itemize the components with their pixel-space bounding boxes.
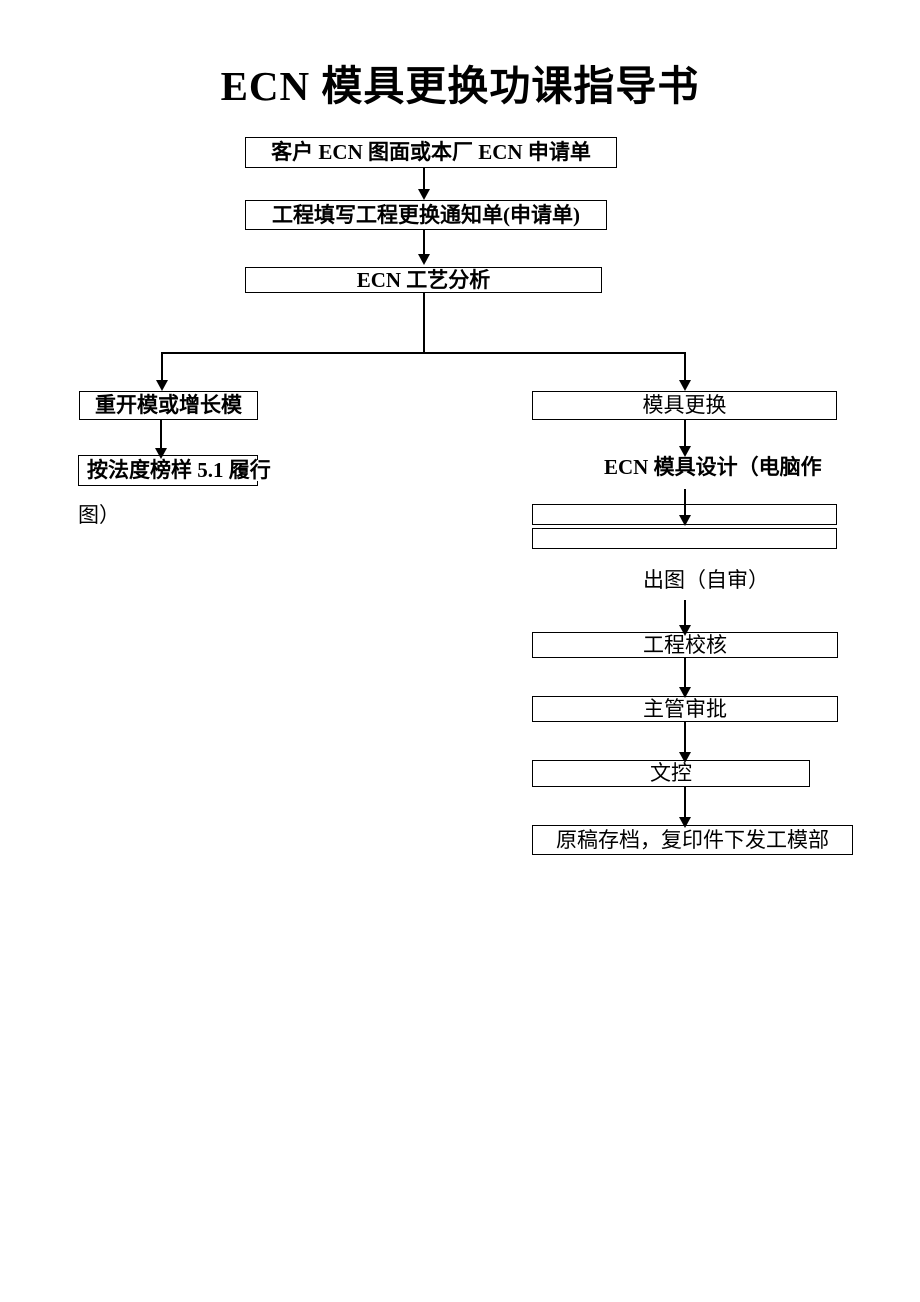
page-title: ECN 模具更换功课指导书 bbox=[220, 63, 700, 109]
connector-split-left-drop bbox=[161, 352, 163, 383]
flow-node-blank-box-2 bbox=[532, 528, 837, 549]
flow-node-engineering-form: 工程填写工程更换通知单(申请单) bbox=[245, 200, 607, 230]
flow-text-drawing-selfcheck: 出图（自审） bbox=[643, 568, 769, 592]
connector-analysis-split-bar bbox=[162, 352, 686, 354]
connector-analysis-split-stem bbox=[423, 293, 425, 354]
flow-node-customer-ecn: 客户 ECN 图面或本厂 ECN 申请单 bbox=[245, 137, 617, 168]
arrowhead-to-engineering-check bbox=[679, 625, 691, 636]
arrowhead-to-mold-change bbox=[679, 380, 691, 391]
arrowhead-to-engineering bbox=[418, 189, 430, 200]
arrowhead-to-manager-approve bbox=[679, 687, 691, 698]
flow-node-document-control: 文控 bbox=[532, 760, 810, 787]
arrowhead-to-analysis bbox=[418, 254, 430, 265]
flow-node-remake-mold: 重开模或增长模 bbox=[79, 391, 258, 420]
arrowhead-to-document-control bbox=[679, 752, 691, 763]
flow-node-manager-approve: 主管审批 bbox=[532, 696, 838, 722]
connector-split-right-drop bbox=[684, 352, 686, 383]
flow-node-process-analysis: ECN 工艺分析 bbox=[245, 267, 602, 293]
flow-node-procedure-5-1: 按法度榜样 5.1 履行 bbox=[78, 455, 271, 486]
arrowhead-to-blank-box bbox=[679, 515, 691, 526]
flow-node-archive-dispatch: 原稿存档，复印件下发工模部 bbox=[532, 825, 853, 855]
flow-text-mold-design: ECN 模具设计（电脑作 bbox=[604, 455, 822, 479]
flow-node-mold-change: 模具更换 bbox=[532, 391, 837, 420]
arrowhead-to-remake-mold bbox=[156, 380, 168, 391]
flow-node-procedure-5-1-label: 按法度榜样 5.1 履行 bbox=[87, 458, 271, 482]
flow-text-procedure-wrap: 图） bbox=[78, 503, 120, 527]
arrowhead-to-archive bbox=[679, 817, 691, 828]
document-page: ECN 模具更换功课指导书 客户 ECN 图面或本厂 ECN 申请单 工程填写工… bbox=[0, 0, 920, 1302]
